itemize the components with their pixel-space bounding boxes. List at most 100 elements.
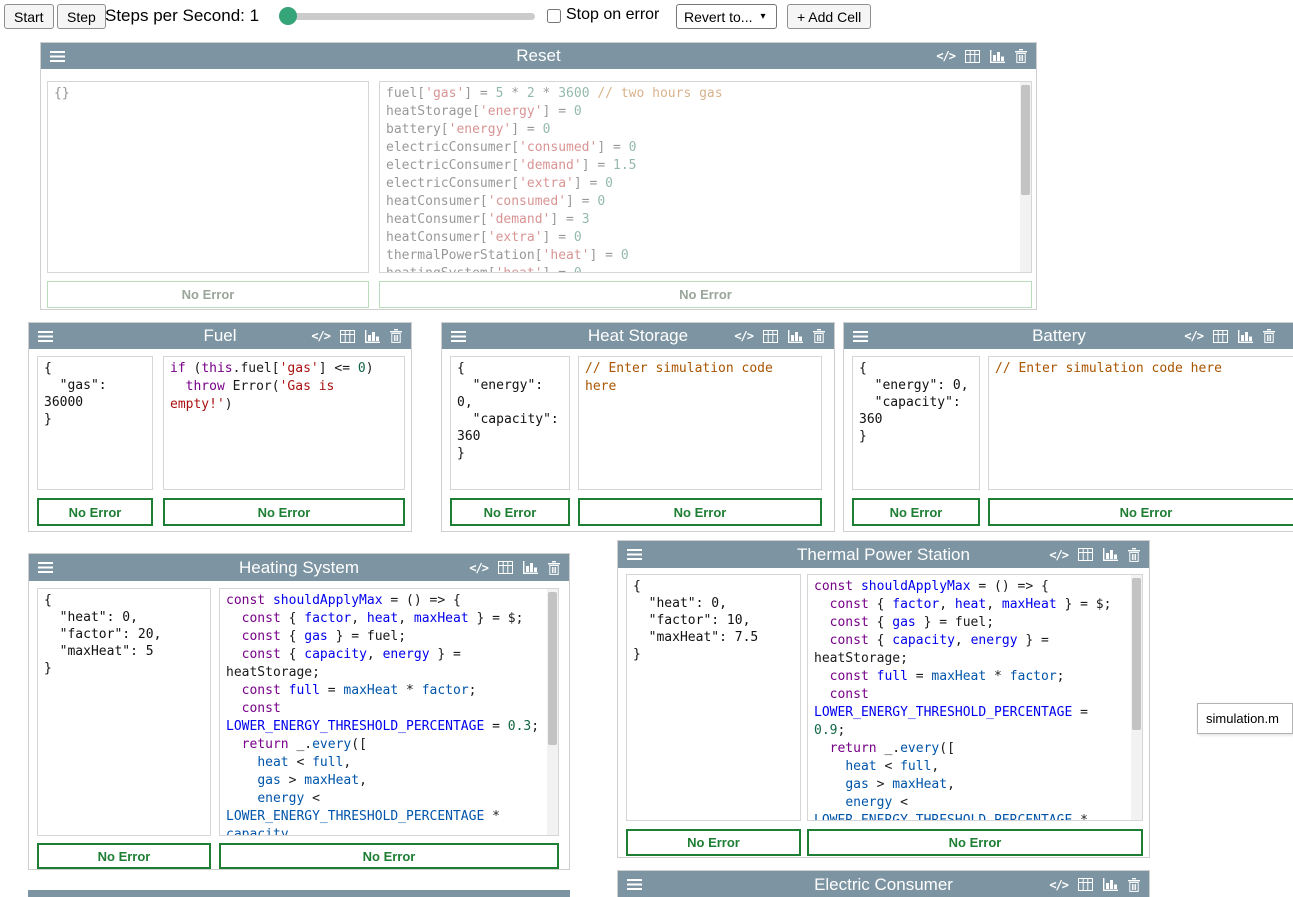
cell-fuel: Fuel </> { "gas": 36000 } if (this.fuel[… [28,322,412,532]
code-content: if (this.fuel['gas'] <= 0) throw Error('… [164,357,404,417]
delete-cell-icon[interactable] [1263,329,1275,343]
menu-icon[interactable] [50,51,65,62]
code-view-icon[interactable]: </> [469,561,488,575]
chart-view-icon[interactable] [990,50,1005,63]
code-view-icon[interactable]: </> [1049,878,1068,892]
state-json: { "gas": 36000 } [38,357,152,431]
code-editor[interactable]: // Enter simulation code here [988,356,1293,490]
scrollbar-thumb[interactable] [1021,85,1030,195]
cell-heat-storage: Heat Storage </> { "energy": 0, "capacit… [441,322,835,532]
start-button[interactable]: Start [4,4,54,29]
cell-battery: Battery </> { "energy": 0, "capacity": 3… [843,322,1293,532]
delete-cell-icon[interactable] [1128,878,1140,892]
menu-icon[interactable] [38,331,53,342]
table-view-icon[interactable] [340,330,355,343]
code-editor[interactable]: const shouldApplyMax = () => { const { f… [219,588,559,836]
state-json: { "energy": 0, "capacity": 360 } [853,357,979,448]
chart-view-icon[interactable] [523,561,538,574]
state-editor[interactable]: { "energy": 0, "capacity": 360 } [852,356,980,490]
delete-cell-icon[interactable] [813,329,825,343]
code-content: // Enter simulation code here [989,357,1293,381]
cell-heating-system-header: Heating System </> [29,554,569,581]
menu-icon[interactable] [38,562,53,573]
scrollbar[interactable] [1131,575,1142,820]
speed-slider[interactable] [282,13,535,20]
table-view-icon[interactable] [965,50,980,63]
code-view-icon[interactable]: </> [1184,329,1203,343]
chart-view-icon[interactable] [1103,878,1118,891]
state-error-status: No Error [626,829,801,856]
menu-icon[interactable] [627,879,642,890]
scrollbar-thumb[interactable] [1132,578,1141,730]
cell-thermal-power-station-header: Thermal Power Station </> [618,541,1149,568]
table-view-icon[interactable] [498,561,513,574]
code-view-icon[interactable]: </> [1049,548,1068,562]
chart-view-icon[interactable] [788,330,803,343]
chart-view-icon[interactable] [1238,330,1253,343]
code-editor[interactable]: fuel['gas'] = 5 * 2 * 3600 // two hours … [379,81,1032,273]
menu-icon[interactable] [853,331,868,342]
chevron-down-icon: ▾ [760,11,765,22]
step-button[interactable]: Step [57,4,106,29]
table-view-icon[interactable] [1078,548,1093,561]
code-error-status: No Error [163,498,405,526]
speed-slider-thumb[interactable] [279,7,297,25]
delete-cell-icon[interactable] [548,561,560,575]
code-editor[interactable]: const shouldApplyMax = () => { const { f… [807,574,1143,821]
cell-fuel-header: Fuel </> [29,323,411,349]
cell-heating-system: Heating System </> { "heat": 0, "factor"… [28,553,570,870]
code-error-status: No Error [807,829,1143,856]
table-view-icon[interactable] [1078,878,1093,891]
table-view-icon[interactable] [763,330,778,343]
code-view-icon[interactable]: </> [734,329,753,343]
state-json: { "energy": 0, "capacity": 360 } [451,357,569,465]
code-editor[interactable]: if (this.fuel['gas'] <= 0) throw Error('… [163,356,405,490]
state-editor[interactable]: { "heat": 0, "factor": 20, "maxHeat": 5 … [37,588,211,836]
code-error-status: No Error [219,843,559,869]
menu-icon[interactable] [451,331,466,342]
simulation-file-tooltip: simulation.m [1197,703,1293,734]
cell-reset: Reset </> {} fuel['gas'] = 5 * 2 * 3600 … [40,42,1037,310]
scrollbar-thumb[interactable] [548,592,557,745]
cell-electric-consumer-header: Electric Consumer </> [618,871,1149,897]
state-editor[interactable]: { "gas": 36000 } [37,356,153,490]
revert-select-value: Revert to... [684,9,752,25]
cell-electric-consumer: Electric Consumer </> [617,870,1150,897]
stop-on-error-label: Stop on error [566,6,659,24]
delete-cell-icon[interactable] [1015,49,1027,63]
chart-view-icon[interactable] [365,330,380,343]
cell-battery-header: Battery </> [844,323,1293,349]
code-content: const shouldApplyMax = () => { const { f… [220,589,547,836]
steps-per-second-label: Steps per Second: 1 [105,6,259,26]
add-cell-button[interactable]: + Add Cell [787,4,871,29]
code-content: fuel['gas'] = 5 * 2 * 3600 // two hours … [380,82,1031,273]
delete-cell-icon[interactable] [390,329,402,343]
cell-partial-header [28,890,570,897]
code-view-icon[interactable]: </> [311,329,330,343]
app-root: Start Step Steps per Second: 1 Stop on e… [0,0,1293,897]
cell-partial-header-bar [28,890,570,897]
chart-view-icon[interactable] [1103,548,1118,561]
scrollbar[interactable] [1020,82,1031,272]
menu-icon[interactable] [627,549,642,560]
state-json: { "heat": 0, "factor": 20, "maxHeat": 5 … [38,589,210,680]
state-editor[interactable]: { "energy": 0, "capacity": 360 } [450,356,570,490]
stop-on-error-checkbox[interactable] [547,9,561,23]
state-editor[interactable]: { "heat": 0, "factor": 10, "maxHeat": 7.… [626,574,801,821]
state-json: { "heat": 0, "factor": 10, "maxHeat": 7.… [627,575,800,666]
state-error-status: No Error [37,843,211,869]
state-error-status: No Error [852,498,980,526]
table-view-icon[interactable] [1213,330,1228,343]
toolbar: Start Step Steps per Second: 1 Stop on e… [0,0,1293,34]
code-error-status: No Error [578,498,822,526]
scrollbar[interactable] [547,589,558,835]
delete-cell-icon[interactable] [1128,548,1140,562]
code-view-icon[interactable]: </> [936,49,955,63]
code-error-status: No Error [988,498,1293,526]
state-error-status: No Error [47,281,369,308]
state-editor[interactable]: {} [47,81,369,273]
cell-thermal-power-station: Thermal Power Station </> { "heat": 0, "… [617,540,1150,858]
revert-select[interactable]: Revert to... ▾ [676,4,777,29]
cell-heat-storage-header: Heat Storage </> [442,323,834,349]
code-editor[interactable]: // Enter simulation code here [578,356,822,490]
